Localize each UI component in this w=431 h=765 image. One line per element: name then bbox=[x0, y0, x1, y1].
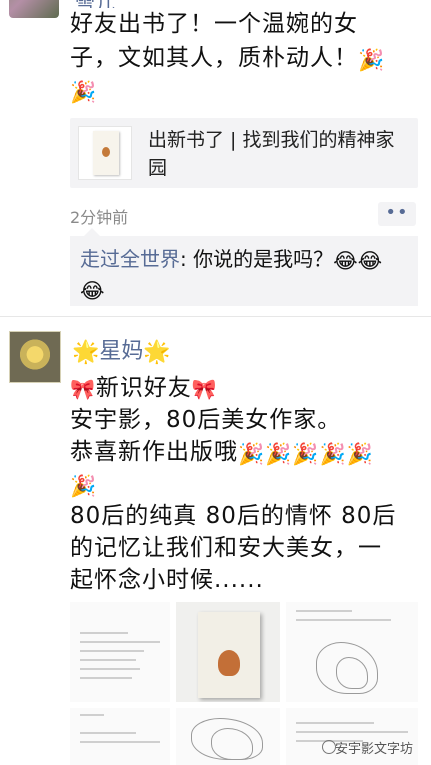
post-text-line: 🎉 bbox=[70, 74, 97, 107]
ribbon-bow-icon: 🎀 bbox=[191, 377, 218, 401]
moments-feed: 雪儿 好友出书了！一个温婉的女 子，文如其人，质朴动人！🎉 🎉 出新书了 | 找… bbox=[0, 0, 431, 765]
watermark: 安宇影文字坊 bbox=[335, 742, 414, 757]
party-popper-icon: 🎉 bbox=[346, 442, 374, 466]
link-title-line: 园 bbox=[148, 157, 168, 179]
party-popper-icon: 🎉 bbox=[238, 442, 266, 466]
page-text-lines bbox=[80, 632, 160, 686]
laughing-face-icon: 😂 bbox=[333, 249, 358, 273]
post-text-line: 🎀新识好友🎀 bbox=[70, 372, 218, 406]
wechat-logo-icon bbox=[322, 740, 336, 754]
post-text-line: 起怀念小时候...... bbox=[70, 567, 264, 593]
party-popper-icon: 🎉 bbox=[265, 442, 293, 466]
post-author-name[interactable]: 雪儿 bbox=[75, 0, 115, 8]
post-text-line: 恭喜新作出版哦🎉🎉🎉🎉🎉 bbox=[70, 436, 374, 469]
post-image[interactable] bbox=[176, 602, 280, 702]
post-image[interactable] bbox=[176, 708, 280, 765]
comment-section: 走过全世界: 你说的是我吗？😂😂 😂 bbox=[70, 228, 418, 306]
shared-link-card[interactable]: 出新书了 | 找到我们的精神家 园 bbox=[70, 118, 418, 188]
post-text-segment: 新识好友 bbox=[95, 375, 192, 401]
post-text-segment: 恭喜新作出版哦 bbox=[70, 439, 238, 465]
post-text-line: 80后的纯真 80后的情怀 80后 bbox=[70, 503, 397, 529]
post-text-segment: 子，文如其人，质朴动人！ bbox=[70, 45, 358, 71]
comment[interactable]: 走过全世界: 你说的是我吗？😂😂 😂 bbox=[80, 244, 410, 304]
post-author-name[interactable]: 🌟星妈🌟 bbox=[72, 336, 171, 369]
laughing-face-icon: 😂 bbox=[357, 249, 383, 273]
party-popper-icon: 🎉 bbox=[319, 442, 347, 466]
author-name-text: 星妈 bbox=[99, 339, 144, 364]
post-image[interactable] bbox=[70, 602, 170, 702]
cover-illustration bbox=[218, 650, 240, 676]
page-text-lines bbox=[296, 610, 408, 628]
post-image[interactable] bbox=[70, 708, 170, 765]
book-cover-image bbox=[93, 131, 119, 175]
party-popper-icon: 🎉 bbox=[70, 474, 98, 498]
ribbon-bow-icon: 🎀 bbox=[70, 377, 96, 401]
comment-author[interactable]: 走过全世界 bbox=[80, 247, 180, 271]
page-text-lines bbox=[80, 714, 160, 750]
avatar[interactable] bbox=[9, 331, 61, 383]
party-popper-icon: 🎉 bbox=[358, 48, 386, 72]
post-text-line: 好友出书了！一个温婉的女 bbox=[70, 11, 358, 37]
book-cover-thumbnail bbox=[78, 126, 132, 180]
post-text-line: 🎉 bbox=[70, 468, 97, 501]
party-popper-icon: 🎉 bbox=[292, 442, 320, 466]
link-title: 出新书了 | 找到我们的精神家 园 bbox=[148, 126, 410, 182]
post-timestamp: 2分钟前 bbox=[70, 208, 129, 227]
post-image[interactable] bbox=[286, 602, 418, 702]
comment-text: : 你说的是我吗？ bbox=[180, 247, 334, 271]
post-text-line: 的记忆让我们和安大美女，一 bbox=[70, 535, 382, 561]
laughing-face-icon: 😂 bbox=[80, 279, 105, 303]
link-title-line: 出新书了 | 找到我们的精神家 bbox=[148, 129, 395, 151]
more-actions-button[interactable]: •• bbox=[378, 202, 416, 226]
star-icon: 🌟 bbox=[143, 340, 171, 365]
post-text-line: 安宇影，80后美女作家。 bbox=[70, 407, 342, 433]
star-icon: 🌟 bbox=[72, 340, 100, 365]
post-text-line: 子，文如其人，质朴动人！🎉 bbox=[70, 42, 385, 75]
avatar[interactable] bbox=[9, 0, 59, 18]
book-cover-image bbox=[198, 612, 260, 698]
party-popper-icon: 🎉 bbox=[70, 80, 98, 104]
post-divider bbox=[0, 316, 431, 317]
